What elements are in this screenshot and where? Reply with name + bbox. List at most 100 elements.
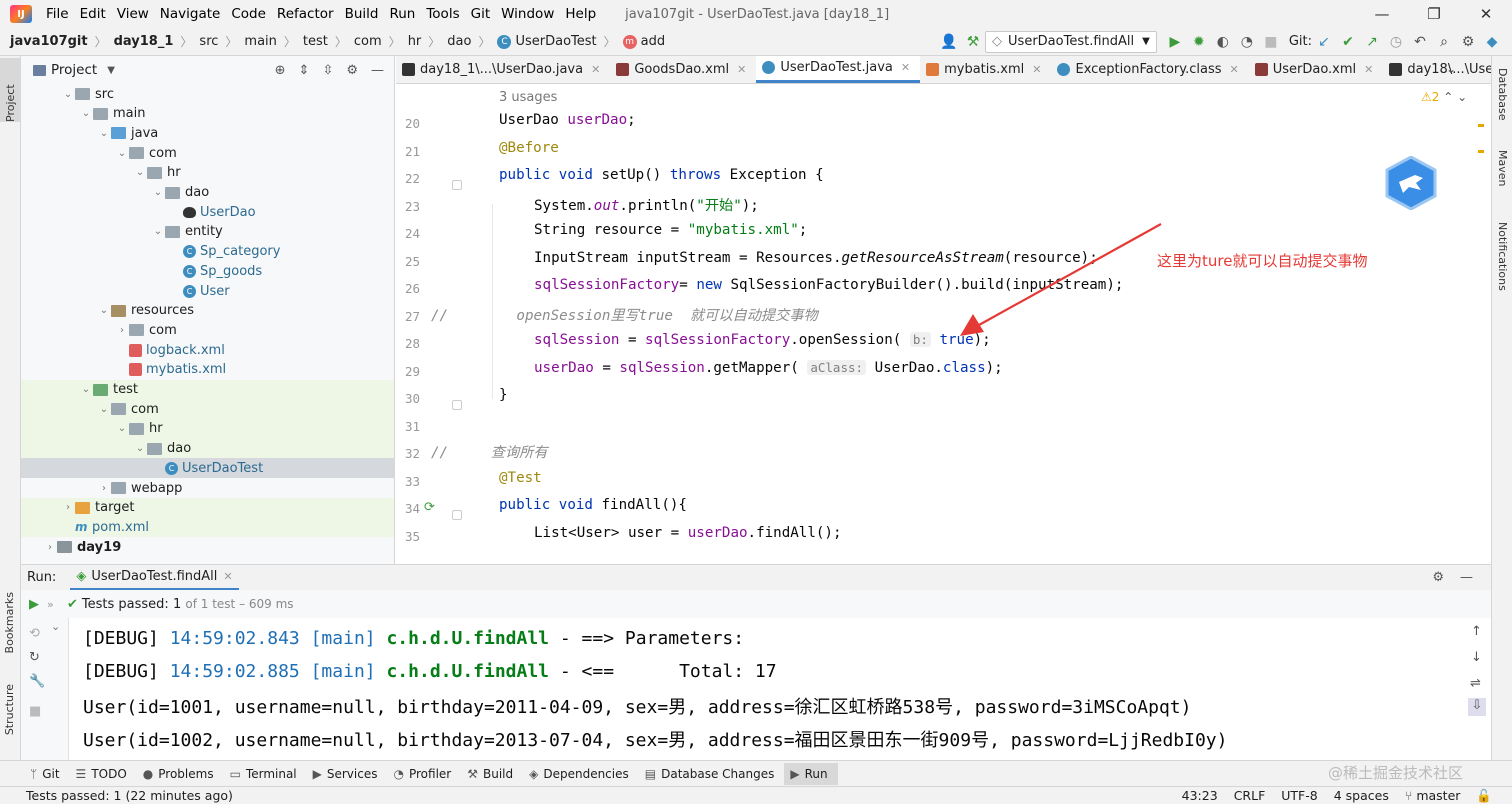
- breadcrumb-hr[interactable]: hr: [408, 34, 422, 49]
- breadcrumb-src[interactable]: src: [199, 34, 218, 49]
- tool-window-git[interactable]: ᛘ Git: [24, 763, 70, 785]
- tree-item[interactable]: ⌄ entity: [151, 222, 223, 242]
- menu-code[interactable]: Code: [227, 6, 273, 22]
- chevron-right-icon[interactable]: ›: [61, 502, 75, 513]
- maximize-button[interactable]: ❐: [1408, 5, 1460, 23]
- menu-file[interactable]: File: [42, 6, 76, 22]
- rollback-icon[interactable]: ↶: [1408, 31, 1432, 53]
- tree-item[interactable]: ⌄ com: [97, 399, 159, 419]
- menu-tools[interactable]: Tools: [422, 6, 466, 22]
- indent-setting[interactable]: 4 spaces: [1334, 788, 1389, 804]
- project-panel-title[interactable]: Project: [51, 62, 97, 78]
- tree-item[interactable]: ⌄ dao: [133, 439, 191, 459]
- tool-window-database-changes[interactable]: ▤ Database Changes: [639, 763, 785, 785]
- menu-edit[interactable]: Edit: [76, 6, 113, 22]
- chevron-down-icon[interactable]: ⌄: [97, 128, 111, 139]
- chevron-down-icon[interactable]: ⌄: [115, 148, 129, 159]
- close-tab-icon[interactable]: ✕: [901, 61, 910, 74]
- profile-icon[interactable]: ◔: [1235, 31, 1259, 53]
- close-tab-icon[interactable]: ✕: [591, 63, 600, 76]
- tree-item[interactable]: C UserDaoTest: [151, 458, 263, 478]
- code-line[interactable]: List<User> user = userDao.findAll();: [534, 525, 842, 541]
- git-push-icon[interactable]: ↗: [1360, 31, 1384, 53]
- close-tab-icon[interactable]: ✕: [1230, 63, 1239, 76]
- breadcrumb-com[interactable]: com: [354, 34, 382, 49]
- run-tab[interactable]: ◈ UserDaoTest.findAll ✕: [70, 566, 239, 590]
- cursor-position[interactable]: 43:23: [1182, 788, 1218, 804]
- status-message[interactable]: Tests passed: 1 (22 minutes ago): [26, 788, 233, 803]
- chevron-down-icon[interactable]: ⌄: [97, 305, 111, 316]
- tree-item[interactable]: ⌄ test: [79, 380, 138, 400]
- tree-item[interactable]: logback.xml: [115, 340, 225, 360]
- lock-icon[interactable]: 🔓: [1476, 788, 1492, 804]
- code-line[interactable]: }: [499, 387, 508, 403]
- menu-git[interactable]: Git: [467, 6, 498, 22]
- tool-window-todo[interactable]: ☰ TODO: [70, 763, 137, 785]
- close-tab-icon[interactable]: ✕: [737, 63, 746, 76]
- locate-icon[interactable]: ⊕: [275, 63, 286, 78]
- toggle-icon[interactable]: ↻: [29, 650, 40, 665]
- gear-icon[interactable]: ⚙: [1432, 570, 1444, 585]
- search-icon[interactable]: ⌕: [1432, 31, 1456, 53]
- collapse-all-icon[interactable]: ⇳: [322, 63, 333, 78]
- chevron-down-icon[interactable]: ⌄: [133, 167, 147, 178]
- notifications-strip-button[interactable]: Notifications: [1496, 222, 1509, 295]
- menu-build[interactable]: Build: [341, 6, 386, 22]
- chevron-right-icon[interactable]: ›: [43, 542, 57, 553]
- soft-wrap-icon[interactable]: ⇌: [1470, 676, 1481, 691]
- debug-icon[interactable]: ✹: [1187, 31, 1211, 53]
- tree-item[interactable]: ⌄ main: [79, 104, 146, 124]
- chevron-down-icon[interactable]: ⌄: [133, 443, 147, 454]
- breadcrumb-class[interactable]: C UserDaoTest: [497, 34, 597, 49]
- hide-icon[interactable]: —: [1460, 570, 1473, 585]
- fold-marker[interactable]: [452, 400, 462, 410]
- git-commit-icon[interactable]: ✔: [1336, 31, 1360, 53]
- rerun-icon[interactable]: ▶: [21, 597, 47, 612]
- git-branch[interactable]: ⑂ master: [1405, 788, 1461, 804]
- git-update-icon[interactable]: ↙: [1312, 31, 1336, 53]
- menu-refactor[interactable]: Refactor: [273, 6, 341, 22]
- hide-icon[interactable]: —: [371, 63, 384, 78]
- stop-icon[interactable]: ■: [29, 704, 41, 719]
- menu-window[interactable]: Window: [497, 6, 561, 22]
- breadcrumb-project[interactable]: java107git: [10, 34, 88, 49]
- scroll-down-icon[interactable]: ↓: [1471, 650, 1482, 665]
- history-icon[interactable]: ◷: [1384, 31, 1408, 53]
- editor-tab[interactable]: day18\...\UserDao.java: [1383, 56, 1491, 83]
- project-strip-button[interactable]: Project: [0, 58, 21, 122]
- code-editor[interactable]: 20 21 22 23 24 25 26 27 28 29 30 31 32 33 34 35 3 usage…: [396, 84, 1491, 564]
- code-line[interactable]: System.out.println("开始");: [534, 195, 759, 215]
- rerun-failed-icon[interactable]: ⟲: [29, 626, 40, 641]
- run-icon[interactable]: ▶: [1163, 31, 1187, 53]
- build-hammer-icon[interactable]: ⚒: [961, 31, 985, 53]
- code-line[interactable]: public void findAll(){: [499, 497, 687, 513]
- user-icon[interactable]: 👤: [937, 31, 961, 53]
- breadcrumb-dao[interactable]: dao: [447, 34, 471, 49]
- chevron-down-icon[interactable]: ⌄: [151, 187, 165, 198]
- expand-icon[interactable]: »: [47, 598, 61, 611]
- editor-tab[interactable]: day18_1\...\UserDao.java ✕: [396, 56, 610, 83]
- chevron-down-icon[interactable]: ⌄: [151, 226, 165, 237]
- chevron-down-icon[interactable]: ⌄: [115, 423, 129, 434]
- gear-icon[interactable]: ⚙: [1456, 31, 1480, 53]
- tree-item[interactable]: › webapp: [97, 478, 182, 498]
- wrench-icon[interactable]: 🔧: [29, 674, 45, 689]
- breadcrumb-module[interactable]: day18_1: [114, 34, 174, 49]
- chevron-down-icon[interactable]: ▼: [107, 65, 115, 76]
- file-encoding[interactable]: UTF-8: [1281, 788, 1317, 804]
- breadcrumb-main[interactable]: main: [244, 34, 276, 49]
- usages-hint[interactable]: 3 usages: [499, 90, 557, 105]
- menu-run[interactable]: Run: [385, 6, 422, 22]
- editor-tab[interactable]: UserDaoTest.java ✕: [756, 56, 921, 83]
- maven-strip-button[interactable]: Maven: [1496, 150, 1509, 190]
- line-ending[interactable]: CRLF: [1234, 788, 1266, 804]
- stop-icon[interactable]: ■: [1259, 31, 1283, 53]
- structure-strip-button[interactable]: Structure: [3, 684, 16, 739]
- tool-window-profiler[interactable]: ◔ Profiler: [387, 763, 461, 785]
- scroll-to-end-icon[interactable]: ⇩: [1468, 698, 1486, 716]
- code-line[interactable]: String resource = "mybatis.xml";: [534, 222, 807, 238]
- tree-item[interactable]: ⌄ hr: [133, 163, 181, 183]
- editor-tab[interactable]: ExceptionFactory.class ✕: [1051, 56, 1248, 83]
- breadcrumb-method[interactable]: m add: [622, 34, 665, 49]
- console-output[interactable]: [DEBUG] 14:59:02.843 [main] c.h.d.U.find…: [69, 618, 1464, 760]
